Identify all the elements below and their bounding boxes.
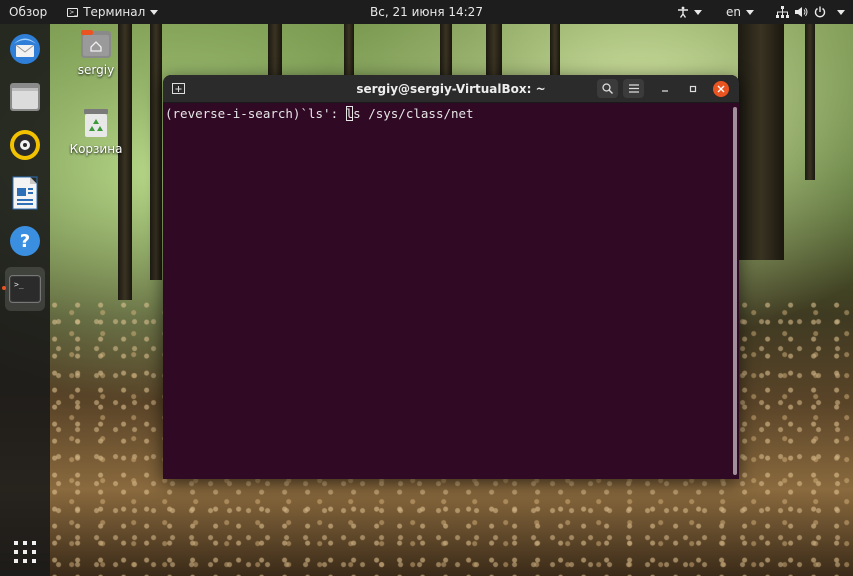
activities-button[interactable]: Обзор [0,0,55,24]
help-icon: ? [10,226,40,256]
power-icon [814,6,826,18]
accessibility-menu[interactable] [669,0,710,24]
language-menu[interactable]: en [718,0,762,24]
maximize-icon [689,85,697,93]
dock: ? >_ [0,24,50,576]
new-tab-button[interactable] [168,79,189,98]
document-icon [12,176,38,210]
system-menu[interactable] [768,0,853,24]
scrollbar[interactable] [733,107,737,475]
close-button[interactable] [713,81,729,97]
volume-icon [795,7,808,17]
music-icon [10,130,40,160]
accessibility-icon [678,6,688,18]
chevron-down-icon [150,9,159,15]
terminal-line: (reverse-i-search)`ls': ls /sys/class/ne… [165,106,737,122]
terminal-output[interactable]: (reverse-i-search)`ls': ls /sys/class/ne… [163,103,739,479]
desktop-trash[interactable]: Корзина [64,108,128,156]
search-button[interactable] [597,79,618,98]
activities-label: Обзор [9,5,48,19]
home-folder-label: sergiy [77,63,115,77]
trash-label: Корзина [69,142,123,156]
folder-icon [10,83,40,111]
mail-icon [10,34,40,64]
app-menu-button[interactable]: >_ Терминал [59,0,166,24]
trash-icon [84,109,108,137]
minimize-button[interactable] [657,81,673,97]
chevron-down-icon [837,9,845,15]
terminal-icon: >_ [9,275,41,303]
dock-item-files[interactable] [5,77,45,117]
search-prompt: (reverse-i-search)`ls': [165,106,346,121]
dock-item-terminal[interactable]: >_ [5,267,45,311]
app-menu-label: Терминал [83,5,146,19]
network-icon [776,6,789,18]
svg-text:?: ? [20,231,30,252]
minimize-icon [662,90,668,92]
svg-text:>_: >_ [14,280,24,289]
dock-item-help[interactable]: ? [5,221,45,261]
maximize-button[interactable] [685,81,701,97]
new-tab-icon [172,83,185,94]
show-applications-button[interactable] [5,532,45,572]
chevron-down-icon [694,9,702,15]
search-icon [602,83,613,94]
terminal-window[interactable]: sergiy@sergiy-VirtualBox: ~ (reverse-i-s… [163,75,739,479]
chevron-down-icon [746,9,754,15]
menu-button[interactable] [623,79,644,98]
dock-item-writer[interactable] [5,173,45,213]
grid-icon [14,541,36,563]
top-bar: Обзор >_ Терминал Вс, 21 июня 14:27 en [0,0,853,24]
search-match: s /sys/class/net [353,106,474,121]
window-titlebar[interactable]: sergiy@sergiy-VirtualBox: ~ [163,75,739,103]
running-indicator [2,286,6,290]
window-title: sergiy@sergiy-VirtualBox: ~ [356,81,546,96]
dock-item-rhythmbox[interactable] [5,125,45,165]
home-folder-icon [81,30,111,58]
hamburger-icon [628,84,639,93]
close-icon [717,85,725,93]
desktop-home-folder[interactable]: sergiy [64,29,128,77]
dock-item-thunderbird[interactable] [5,29,45,69]
terminal-app-icon: >_ [67,7,79,17]
clock-button[interactable]: Вс, 21 июня 14:27 [370,5,483,19]
language-label: en [726,5,741,19]
